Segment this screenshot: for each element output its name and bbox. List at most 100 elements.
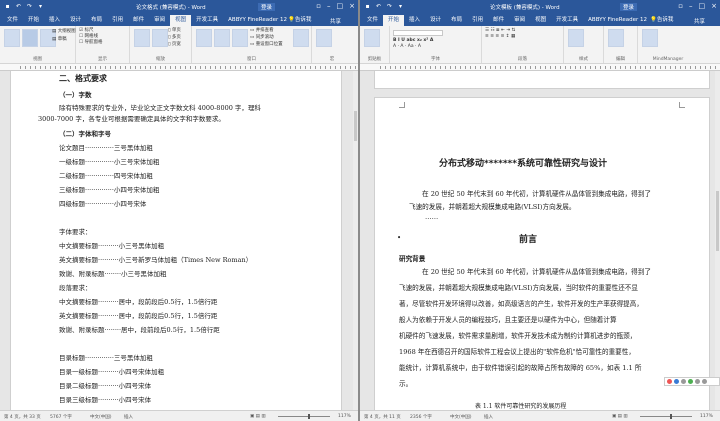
align-buttons[interactable]: ≡ ≡ ≡ ≡ ↕ ▦ [485, 34, 560, 40]
ime-keyboard-icon[interactable] [695, 379, 700, 384]
ime-logo-icon[interactable] [667, 379, 672, 384]
zoom-level[interactable]: 117% [700, 414, 713, 419]
insert-mode[interactable]: 插入 [484, 414, 493, 420]
outline-view-button[interactable]: ▤ 大纲视图 [52, 29, 76, 35]
maximize-icon[interactable]: □ [337, 2, 344, 10]
undo-icon[interactable]: ↶ [375, 3, 382, 10]
customize-qat-icon[interactable]: ▾ [397, 3, 404, 10]
horizontal-ruler[interactable] [360, 64, 720, 71]
tab-2[interactable]: 插入 [44, 15, 65, 26]
save-icon[interactable]: ▪ [4, 3, 11, 10]
zoom-button[interactable] [134, 29, 150, 47]
tab-5[interactable]: 引用 [107, 15, 128, 26]
undo-icon[interactable]: ↶ [15, 3, 22, 10]
multiple-pages-button[interactable]: ▯ 多页 [168, 35, 181, 41]
tab-0[interactable]: 文件 [2, 15, 24, 26]
tab-6[interactable]: 邮件 [488, 15, 509, 26]
view-icons[interactable]: ▣ ▤ ▥ [612, 414, 628, 419]
view-side-by-side-button[interactable]: ▭ 并排查看 [250, 28, 274, 34]
save-icon[interactable]: ▪ [364, 3, 371, 10]
tab-9[interactable]: 开发工具 [191, 15, 223, 26]
zoom-thumb[interactable] [670, 414, 672, 419]
minimize-icon[interactable]: – [689, 2, 693, 10]
find-button[interactable] [608, 29, 624, 47]
tab-7[interactable]: 审阅 [509, 15, 530, 26]
customize-qat-icon[interactable]: ▾ [37, 3, 44, 10]
read-mode-button[interactable] [4, 29, 20, 47]
ime-toolbar[interactable] [664, 377, 720, 386]
login-button[interactable]: 登录 [258, 3, 276, 11]
zoom-slider[interactable] [278, 414, 330, 419]
macros-button[interactable] [316, 29, 332, 47]
print-layout-button[interactable] [22, 29, 38, 47]
tab-8[interactable]: 视图 [170, 15, 192, 26]
ribbon-display-icon[interactable]: ▫ [678, 2, 683, 10]
share-button[interactable]: 共享 [694, 17, 705, 25]
tab-10[interactable]: ABBYY FineReader 12 [223, 15, 292, 26]
draft-view-button[interactable]: ▤ 草稿 [52, 37, 67, 43]
styles-button[interactable] [568, 29, 584, 47]
page-count[interactable]: 第 4 页，共 11 页 [364, 414, 401, 420]
tab-3[interactable]: 设计 [425, 15, 446, 26]
close-icon[interactable]: × [349, 2, 355, 10]
language[interactable]: 中文(中国) [450, 414, 472, 420]
tab-2[interactable]: 插入 [404, 15, 425, 26]
ribbon-display-icon[interactable]: ▫ [316, 2, 321, 10]
close-icon[interactable]: × [711, 2, 717, 10]
tab-9[interactable]: 开发工具 [551, 15, 583, 26]
arrange-all-button[interactable] [214, 29, 230, 47]
ime-punct-icon[interactable] [681, 379, 686, 384]
ime-mic-icon[interactable] [688, 379, 693, 384]
switch-windows-button[interactable] [293, 29, 309, 47]
word-count[interactable]: 2356 个字 [410, 414, 432, 420]
zoom-100-button[interactable] [152, 29, 168, 47]
previous-page-bottom[interactable] [374, 71, 710, 89]
reset-position-button[interactable]: ▭ 重设窗口位置 [250, 42, 283, 48]
zoom-level[interactable]: 117% [338, 414, 351, 419]
tab-1[interactable]: 开始 [383, 15, 405, 26]
redo-icon[interactable]: ↷ [386, 3, 393, 10]
scroll-thumb[interactable] [354, 111, 357, 141]
vertical-scrollbar[interactable] [715, 71, 720, 410]
tab-6[interactable]: 邮件 [128, 15, 149, 26]
maximize-icon[interactable]: □ [699, 2, 706, 10]
ime-mode-icon[interactable] [674, 379, 679, 384]
tab-0[interactable]: 文件 [362, 15, 384, 26]
paste-button[interactable] [364, 29, 380, 47]
zoom-thumb[interactable] [308, 414, 310, 419]
tab-4[interactable]: 布局 [446, 15, 467, 26]
language[interactable]: 中文(中国) [90, 414, 112, 420]
login-button[interactable]: 登录 [620, 3, 638, 11]
page-count[interactable]: 第 4 页，共 33 页 [4, 414, 41, 420]
tab-3[interactable]: 设计 [65, 15, 86, 26]
tab-10[interactable]: ABBYY FineReader 12 [583, 15, 652, 26]
tab-8[interactable]: 视图 [530, 15, 551, 26]
tab-5[interactable]: 引用 [467, 15, 488, 26]
font-color-buttons[interactable]: A · A · Aa · A [393, 44, 478, 50]
minimize-icon[interactable]: – [327, 2, 331, 10]
zoom-slider[interactable] [640, 414, 692, 419]
insert-mode[interactable]: 插入 [124, 414, 133, 420]
split-button[interactable] [232, 29, 248, 47]
ime-settings-icon[interactable] [702, 379, 707, 384]
scroll-thumb[interactable] [716, 191, 719, 251]
sync-scroll-button[interactable]: ▭ 同步滚动 [250, 35, 274, 41]
word-count[interactable]: 5767 个字 [50, 414, 72, 420]
tab-4[interactable]: 布局 [86, 15, 107, 26]
font-name-select[interactable] [393, 30, 443, 36]
navigation-pane-checkbox[interactable]: ☐ 导航窗格 [79, 40, 126, 46]
document-page[interactable]: 分布式移动*******系统可靠性研究与设计 在 20 世纪 50 年代末到 6… [374, 97, 710, 410]
tab-7[interactable]: 审阅 [149, 15, 170, 26]
redo-icon[interactable]: ↷ [26, 3, 33, 10]
new-window-button[interactable] [196, 29, 212, 47]
horizontal-ruler[interactable] [0, 64, 358, 71]
view-icons[interactable]: ▣ ▤ ▥ [250, 414, 266, 419]
one-page-button[interactable]: ▯ 单页 [168, 28, 181, 34]
send-to-mindmanager-button[interactable] [642, 29, 658, 47]
tell-me-box[interactable]: 💡告诉我 [288, 15, 311, 23]
share-button[interactable]: 共享 [330, 17, 341, 25]
tab-1[interactable]: 开始 [23, 15, 44, 26]
page-width-button[interactable]: ▯ 页宽 [168, 42, 181, 48]
tell-me-box[interactable]: 💡告诉我 [650, 15, 673, 23]
document-page[interactable]: 二、格式要求 （一）字数 除有特殊要求的专业外，毕业论文正文字数文科 4000-… [10, 71, 342, 410]
